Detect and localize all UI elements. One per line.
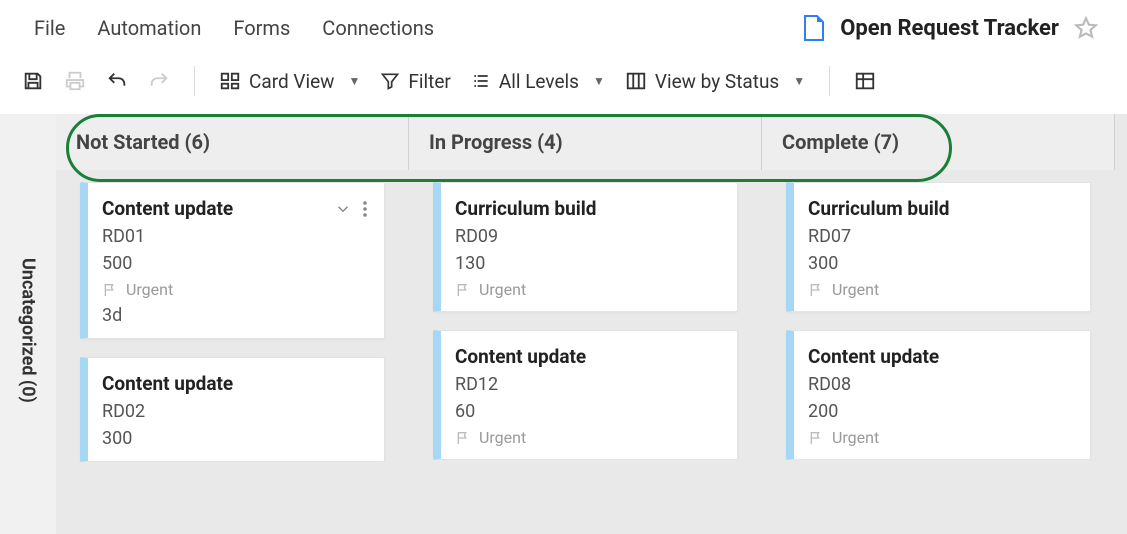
flag-icon: [455, 282, 471, 298]
board: Uncategorized (0) Not Started (6) Content…: [0, 114, 1127, 534]
uncategorized-lane[interactable]: Uncategorized (0): [0, 114, 56, 534]
card-id: RD07: [808, 226, 1074, 247]
view-by-label: View by Status: [655, 70, 779, 93]
uncategorized-label: Uncategorized (0): [18, 246, 39, 403]
more-icon[interactable]: [362, 200, 368, 218]
chevron-down-icon: ▼: [793, 74, 805, 88]
flag-icon: [455, 430, 471, 446]
card-title: Content update: [102, 197, 233, 220]
card-value: 300: [102, 428, 368, 449]
card[interactable]: Content update RD08 200 Urgent: [786, 330, 1091, 460]
card-id: RD08: [808, 374, 1074, 395]
column-header[interactable]: In Progress (4): [409, 114, 762, 170]
card-view-dropdown[interactable]: Card View ▼: [219, 70, 360, 93]
title-area: Open Request Tracker: [802, 14, 1099, 42]
flag-icon: [808, 282, 824, 298]
card[interactable]: Curriculum build RD07 300 Urgent: [786, 182, 1091, 312]
column: Not Started (6) Content update RD01 500 Urge…: [56, 114, 409, 534]
menu-file[interactable]: File: [34, 16, 65, 40]
chevron-down-icon: ▼: [348, 74, 360, 88]
column-header[interactable]: Complete (7): [762, 114, 1115, 170]
card-id: RD12: [455, 374, 721, 395]
flag-label: Urgent: [479, 428, 526, 447]
filter-label: Filter: [408, 70, 450, 93]
main-menu: File Automation Forms Connections: [34, 16, 434, 40]
menu-connections[interactable]: Connections: [322, 16, 434, 40]
levels-label: All Levels: [499, 70, 579, 93]
card-flag: Urgent: [455, 280, 721, 299]
print-button[interactable]: [64, 70, 86, 92]
card-flag: Urgent: [808, 428, 1074, 447]
flag-label: Urgent: [832, 280, 879, 299]
card-flag: Urgent: [808, 280, 1074, 299]
card-flag: Urgent: [455, 428, 721, 447]
card[interactable]: Curriculum build RD09 130 Urgent: [433, 182, 738, 312]
page-title: Open Request Tracker: [840, 16, 1059, 41]
flag-icon: [102, 282, 118, 298]
card-title: Curriculum build: [808, 197, 950, 220]
card-title: Curriculum build: [455, 197, 597, 220]
card-list: Curriculum buildRD07300UrgentContent upd…: [762, 170, 1115, 460]
card-value: 500: [102, 253, 368, 274]
levels-dropdown[interactable]: All Levels ▼: [471, 70, 605, 93]
columns: Not Started (6) Content update RD01 500 Urge…: [56, 114, 1127, 534]
toolbar: Card View ▼ Filter All Levels ▼ View by …: [0, 56, 1127, 114]
card[interactable]: Content update RD01 500 Urgent 3d: [80, 182, 385, 339]
column: In Progress (4) Curriculum build RD09 130 Ur…: [409, 114, 762, 534]
card-extra: 3d: [102, 305, 368, 326]
card-id: RD01: [102, 226, 368, 247]
card-id: RD09: [455, 226, 721, 247]
separator: [829, 66, 830, 96]
card[interactable]: Content update RD02 300: [80, 357, 385, 462]
card[interactable]: Content update RD12 60 Urgent: [433, 330, 738, 460]
card-title: Content update: [455, 345, 586, 368]
flag-label: Urgent: [832, 428, 879, 447]
topbar: File Automation Forms Connections Open R…: [0, 0, 1127, 56]
card-value: 130: [455, 253, 721, 274]
column-header[interactable]: Not Started (6): [56, 114, 409, 170]
view-by-dropdown[interactable]: View by Status ▼: [625, 70, 805, 93]
card-flag: Urgent: [102, 280, 368, 299]
card-list: Content updateRD01500Urgent3dContent upd…: [56, 170, 409, 462]
card-title: Content update: [102, 372, 233, 395]
card-value: 300: [808, 253, 1074, 274]
menu-forms[interactable]: Forms: [233, 16, 290, 40]
undo-button[interactable]: [106, 70, 128, 92]
card-view-label: Card View: [249, 70, 334, 93]
card-list: Curriculum buildRD09130UrgentContent upd…: [409, 170, 762, 460]
save-button[interactable]: [22, 70, 44, 92]
filter-button[interactable]: Filter: [380, 70, 450, 93]
grid-view-button[interactable]: [854, 70, 876, 92]
flag-icon: [808, 430, 824, 446]
card-id: RD02: [102, 401, 368, 422]
card-title: Content update: [808, 345, 939, 368]
chevron-down-icon: ▼: [593, 74, 605, 88]
column: Complete (7) Curriculum build RD07 300 Urgen…: [762, 114, 1115, 534]
star-icon[interactable]: [1073, 15, 1099, 41]
sheet-icon: [802, 14, 826, 42]
menu-automation[interactable]: Automation: [97, 16, 201, 40]
card-value: 200: [808, 401, 1074, 422]
separator: [194, 66, 195, 96]
flag-label: Urgent: [479, 280, 526, 299]
redo-button[interactable]: [148, 70, 170, 92]
flag-label: Urgent: [126, 280, 173, 299]
card-value: 60: [455, 401, 721, 422]
expand-icon[interactable]: [334, 200, 352, 218]
